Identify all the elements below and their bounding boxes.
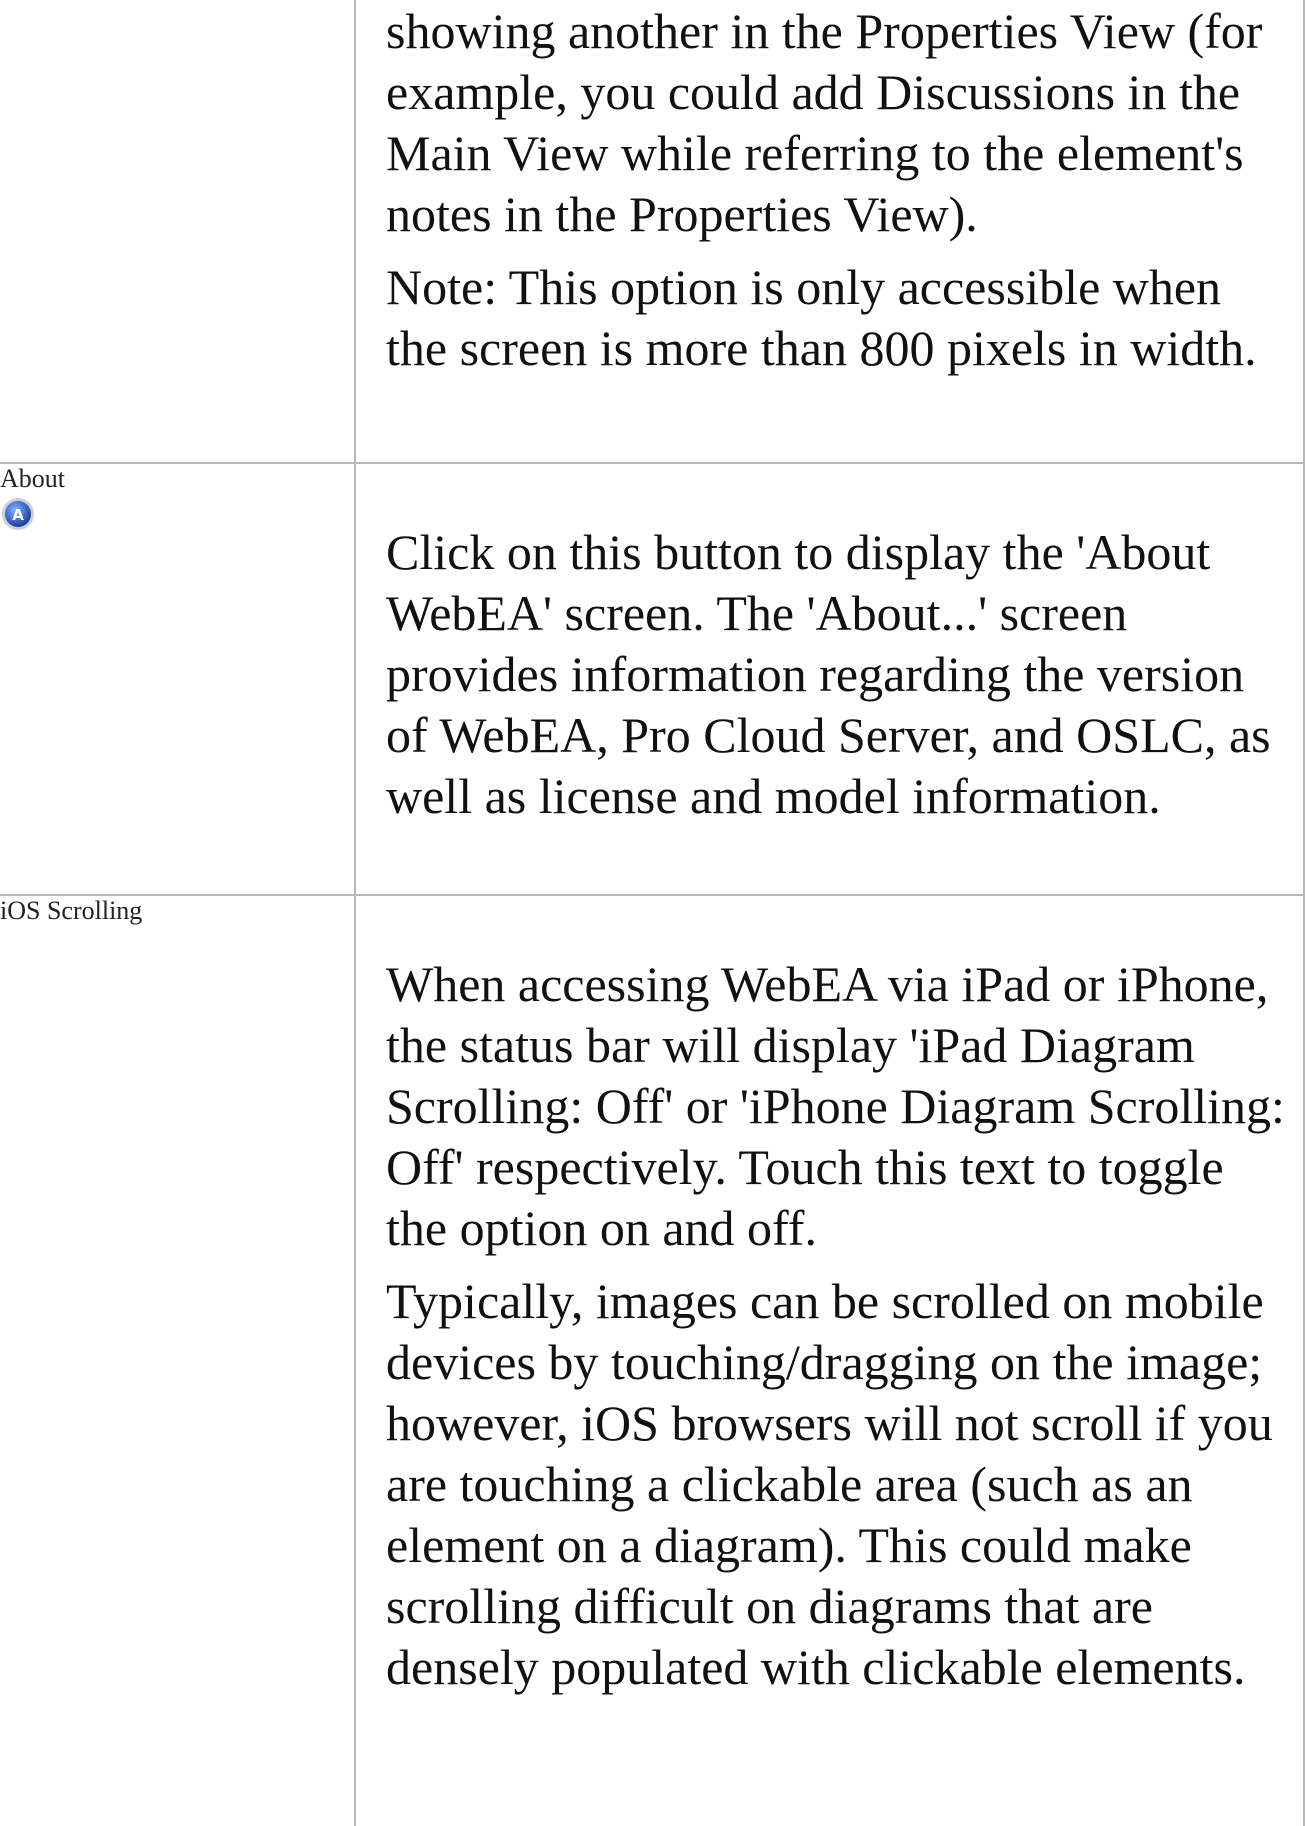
description-paragraph: Click on this button to display the 'Abo… xyxy=(386,524,1271,824)
option-label-cell: About A xyxy=(0,462,356,895)
options-table: showing another in the Properties View (… xyxy=(0,0,1305,1826)
description-paragraph: Typically, images can be scrolled on mob… xyxy=(386,1273,1273,1695)
description-paragraph: showing another in the Properties View (… xyxy=(386,3,1263,242)
option-label-ios-scrolling: iOS Scrolling xyxy=(0,896,143,925)
option-description-cell: Click on this button to display the 'Abo… xyxy=(355,462,1305,895)
option-description-cell: When accessing WebEA via iPad or iPhone,… xyxy=(355,894,1305,1826)
table-row-ios-scrolling: iOS Scrolling When accessing WebEA via i… xyxy=(0,894,1305,1826)
option-description-cell: showing another in the Properties View (… xyxy=(355,0,1305,463)
table-row-view-option-continued: showing another in the Properties View (… xyxy=(0,0,1305,463)
note-paragraph: Note: This option is only accessible whe… xyxy=(386,259,1257,376)
description-paragraph: When accessing WebEA via iPad or iPhone,… xyxy=(386,956,1285,1256)
table-row-about: About A Click on this button to display … xyxy=(0,462,1305,895)
option-label-about: About xyxy=(0,464,65,493)
option-label-cell xyxy=(0,0,356,463)
option-label-cell: iOS Scrolling xyxy=(0,894,356,1826)
svg-text:A: A xyxy=(12,506,24,524)
about-icon[interactable]: A xyxy=(0,496,36,532)
